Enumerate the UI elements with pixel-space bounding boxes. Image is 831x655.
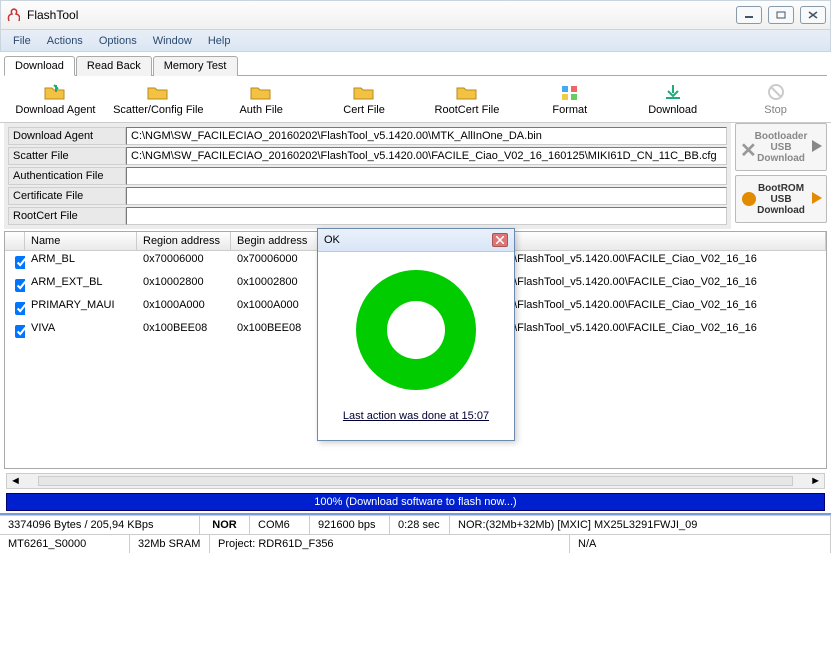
toolbar: Download Agent Scatter/Config File Auth … bbox=[0, 76, 831, 123]
row-checkbox[interactable] bbox=[15, 256, 25, 269]
progress-text: 100% (Download software to flash now...) bbox=[314, 496, 516, 508]
rootcert-file-input[interactable] bbox=[126, 207, 727, 225]
x-icon: ✕ bbox=[740, 138, 757, 163]
status-nor: NOR bbox=[200, 516, 250, 534]
menubar: File Actions Options Window Help bbox=[0, 30, 831, 52]
toolbar-download-label: Download bbox=[648, 104, 697, 116]
scatter-file-label: Scatter File bbox=[8, 147, 126, 165]
toolbar-cert-label: Cert File bbox=[343, 104, 385, 116]
folder-open-icon bbox=[44, 82, 66, 102]
row-checkbox[interactable] bbox=[15, 279, 25, 292]
download-agent-input[interactable]: C:\NGM\SW_FACILECIAO_20160202\FlashTool_… bbox=[126, 127, 727, 145]
scrollbar-thumb[interactable] bbox=[38, 476, 793, 486]
status-time: 0:28 sec bbox=[390, 516, 450, 534]
toolbar-stop[interactable]: Stop bbox=[724, 80, 827, 118]
scroll-left-icon[interactable]: ◄ bbox=[7, 475, 24, 487]
auth-file-input[interactable] bbox=[126, 167, 727, 185]
row-region: 0x100BEE08 bbox=[137, 321, 231, 342]
col-name[interactable]: Name bbox=[25, 232, 137, 250]
tabstrip: Download Read Back Memory Test bbox=[4, 55, 827, 76]
toolbar-scatter[interactable]: Scatter/Config File bbox=[107, 80, 210, 118]
row-name: VIVA bbox=[25, 321, 137, 342]
progress-bar: 100% (Download software to flash now...) bbox=[6, 493, 825, 511]
rootcert-file-label: RootCert File bbox=[8, 207, 126, 225]
toolbar-scatter-label: Scatter/Config File bbox=[113, 104, 203, 116]
row-region: 0x70006000 bbox=[137, 252, 231, 273]
maximize-button[interactable] bbox=[768, 6, 794, 24]
success-donut-icon bbox=[356, 270, 476, 390]
menu-window[interactable]: Window bbox=[145, 33, 200, 49]
status-ram: 32Mb SRAM bbox=[130, 535, 210, 553]
toolbar-download-agent[interactable]: Download Agent bbox=[4, 80, 107, 118]
menu-options[interactable]: Options bbox=[91, 33, 145, 49]
folder-icon bbox=[147, 82, 169, 102]
toolbar-format[interactable]: Format bbox=[518, 80, 621, 118]
row-checkbox[interactable] bbox=[15, 325, 25, 338]
download-icon bbox=[662, 82, 684, 102]
row-region: 0x10002800 bbox=[137, 275, 231, 296]
status-project: Project: RDR61D_F356 bbox=[210, 535, 570, 553]
toolbar-rootcert[interactable]: RootCert File bbox=[416, 80, 519, 118]
menu-file[interactable]: File bbox=[5, 33, 39, 49]
folder-icon bbox=[353, 82, 375, 102]
tab-memorytest[interactable]: Memory Test bbox=[153, 56, 238, 76]
app-icon bbox=[5, 7, 21, 23]
toolbar-auth[interactable]: Auth File bbox=[210, 80, 313, 118]
bootrom-usb-button[interactable]: BootROM USB Download bbox=[735, 175, 827, 223]
status-port: COM6 bbox=[250, 516, 310, 534]
dialog-message: Last action was done at 15:07 bbox=[343, 410, 489, 422]
folder-icon bbox=[456, 82, 478, 102]
scatter-file-input[interactable]: C:\NGM\SW_FACILECIAO_20160202\FlashTool_… bbox=[126, 147, 727, 165]
status-bytes: 3374096 Bytes / 205,94 KBps bbox=[0, 516, 200, 534]
menu-help[interactable]: Help bbox=[200, 33, 239, 49]
circle-icon bbox=[742, 192, 756, 206]
tab-readback[interactable]: Read Back bbox=[76, 56, 152, 76]
row-checkbox[interactable] bbox=[15, 302, 25, 315]
dialog-title: OK bbox=[324, 234, 340, 246]
minimize-button[interactable] bbox=[736, 6, 762, 24]
format-icon bbox=[559, 82, 581, 102]
statusbar: 3374096 Bytes / 205,94 KBps NOR COM6 921… bbox=[0, 513, 831, 553]
fields-panel: Download Agent C:\NGM\SW_FACILECIAO_2016… bbox=[4, 123, 731, 229]
menu-actions[interactable]: Actions bbox=[39, 33, 91, 49]
titlebar: FlashTool bbox=[0, 0, 831, 30]
status-bps: 921600 bps bbox=[310, 516, 390, 534]
auth-file-label: Authentication File bbox=[8, 167, 126, 185]
status-mcu: MT6261_S0000 bbox=[0, 535, 130, 553]
toolbar-download-agent-label: Download Agent bbox=[15, 104, 95, 116]
cert-file-label: Certificate File bbox=[8, 187, 126, 205]
col-region[interactable]: Region address bbox=[137, 232, 231, 250]
horizontal-scrollbar[interactable]: ◄ ► bbox=[6, 473, 825, 489]
row-name: ARM_BL bbox=[25, 252, 137, 273]
toolbar-stop-label: Stop bbox=[764, 104, 787, 116]
toolbar-cert[interactable]: Cert File bbox=[313, 80, 416, 118]
arrow-right-icon bbox=[812, 192, 822, 204]
arrow-right-icon bbox=[812, 140, 822, 152]
folder-icon bbox=[250, 82, 272, 102]
row-name: ARM_EXT_BL bbox=[25, 275, 137, 296]
stop-icon bbox=[765, 82, 787, 102]
bootloader-usb-button[interactable]: ✕ Bootloader USB Download bbox=[735, 123, 827, 171]
status-chip: NOR:(32Mb+32Mb) [MXIC] MX25L3291FWJI_09 bbox=[450, 516, 831, 534]
dialog-close-button[interactable] bbox=[492, 233, 508, 247]
row-region: 0x1000A000 bbox=[137, 298, 231, 319]
ok-dialog: OK Last action was done at 15:07 bbox=[317, 228, 515, 441]
status-na: N/A bbox=[570, 535, 831, 553]
toolbar-download[interactable]: Download bbox=[621, 80, 724, 118]
row-name: PRIMARY_MAUI bbox=[25, 298, 137, 319]
toolbar-format-label: Format bbox=[552, 104, 587, 116]
toolbar-auth-label: Auth File bbox=[239, 104, 282, 116]
toolbar-rootcert-label: RootCert File bbox=[435, 104, 500, 116]
cert-file-input[interactable] bbox=[126, 187, 727, 205]
tab-download[interactable]: Download bbox=[4, 56, 75, 76]
bootloader-usb-label: Bootloader USB Download bbox=[751, 131, 811, 164]
bootrom-usb-label: BootROM USB Download bbox=[751, 183, 811, 216]
window-title: FlashTool bbox=[27, 8, 736, 22]
download-agent-label: Download Agent bbox=[8, 127, 126, 145]
close-button[interactable] bbox=[800, 6, 826, 24]
scroll-right-icon[interactable]: ► bbox=[807, 475, 824, 487]
